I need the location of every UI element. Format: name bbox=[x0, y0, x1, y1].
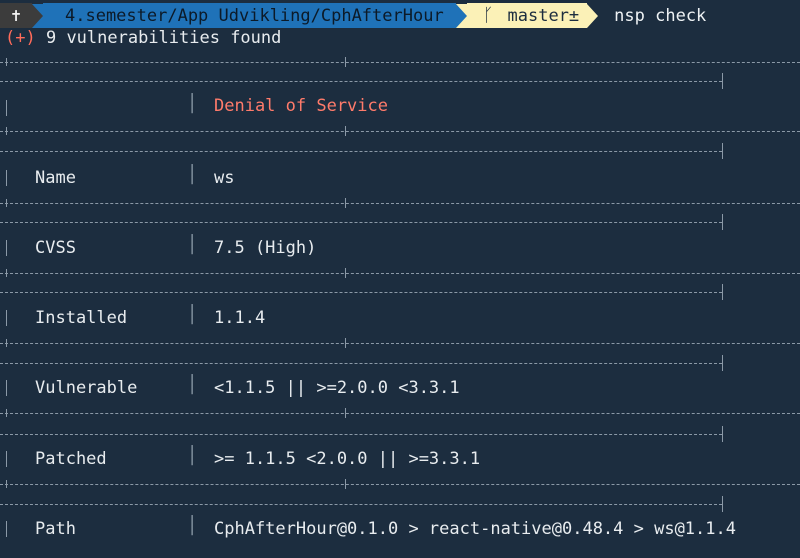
powerline-separator bbox=[587, 3, 599, 28]
column-divider: │ bbox=[187, 305, 198, 325]
cross-icon: ✝ bbox=[10, 5, 22, 26]
summary-marker: (+) bbox=[5, 28, 36, 48]
table-border-line bbox=[0, 434, 722, 436]
row-value: ws bbox=[214, 168, 235, 188]
vulnerability-title: Denial of Service bbox=[214, 96, 388, 116]
table-border-line bbox=[0, 413, 800, 415]
table-junction bbox=[6, 409, 7, 417]
column-divider: │ bbox=[187, 235, 198, 255]
table-border-line bbox=[0, 273, 800, 275]
table-junction bbox=[345, 198, 346, 208]
table-junction bbox=[722, 284, 723, 300]
row-value: >= 1.1.5 <2.0.0 || >=3.3.1 bbox=[214, 449, 481, 469]
terminal-window[interactable]: ✝ 4.semester/App Udvikling/CphAfterHour … bbox=[0, 0, 800, 558]
table-junction bbox=[6, 127, 7, 135]
column-divider: │ bbox=[187, 446, 198, 466]
table-junction bbox=[6, 199, 7, 207]
table-border-line bbox=[0, 81, 722, 83]
table-border-line bbox=[0, 131, 800, 133]
table-border-line bbox=[0, 292, 722, 294]
root-symbol: ✝ bbox=[0, 3, 32, 28]
table-row: │ Patched >= 1.1.5 <2.0.0 || >=3.3.1 bbox=[0, 440, 800, 480]
summary-text: 9 vulnerabilities found bbox=[45, 28, 282, 48]
table-border-line bbox=[0, 504, 722, 506]
table-border-line bbox=[0, 203, 800, 205]
current-directory: 4.semester/App Udvikling/CphAfterHour bbox=[43, 3, 456, 28]
table-title-row: │ Denial of Service bbox=[0, 88, 800, 128]
table-junction bbox=[345, 479, 346, 489]
table-row: │ Installed 1.1.4 bbox=[0, 299, 800, 339]
shell-prompt: ✝ 4.semester/App Udvikling/CphAfterHour … bbox=[0, 3, 706, 28]
powerline-separator bbox=[455, 3, 467, 28]
table-junction bbox=[6, 269, 7, 277]
table-junction bbox=[345, 268, 346, 278]
table-junction bbox=[345, 57, 346, 67]
powerline-separator bbox=[32, 3, 43, 28]
row-key: Name bbox=[35, 168, 76, 188]
row-key: CVSS bbox=[35, 238, 76, 258]
row-key: Vulnerable bbox=[35, 378, 138, 398]
git-branch-icon: ᚴ bbox=[482, 5, 494, 26]
table-border-line bbox=[0, 222, 722, 224]
table-border-line bbox=[0, 62, 800, 64]
table-border-line bbox=[0, 363, 722, 365]
table-border-line bbox=[0, 484, 800, 486]
table-junction bbox=[722, 73, 723, 89]
column-divider: │ bbox=[187, 375, 198, 395]
table-junction bbox=[722, 143, 723, 159]
row-value: 1.1.4 bbox=[214, 308, 266, 328]
column-divider: │ bbox=[187, 94, 198, 114]
table-row: │ Path CphAfterHour@0.1.0 > react-native… bbox=[0, 510, 800, 550]
column-divider: │ bbox=[187, 165, 198, 185]
table-junction bbox=[6, 58, 7, 66]
git-branch-name: master± bbox=[507, 5, 580, 26]
table-junction bbox=[345, 408, 346, 418]
column-divider: │ bbox=[187, 516, 198, 536]
vulnerability-summary: (+) 9 vulnerabilities found bbox=[5, 28, 281, 50]
row-value: CphAfterHour@0.1.0 > react-native@0.48.4… bbox=[214, 519, 736, 539]
row-key: Installed bbox=[35, 308, 128, 328]
table-junction bbox=[345, 338, 346, 348]
row-value: 7.5 (High) bbox=[214, 238, 317, 258]
table-junction bbox=[6, 480, 7, 488]
table-row: │ CVSS 7.5 (High) bbox=[0, 229, 800, 269]
table-junction bbox=[722, 214, 723, 230]
table-border-line bbox=[0, 343, 800, 345]
command-text: nsp check bbox=[614, 5, 707, 26]
table-junction bbox=[6, 339, 7, 347]
table-row: │ Vulnerable <1.1.5 || >=2.0.0 <3.3.1 bbox=[0, 369, 800, 409]
row-key: Patched bbox=[35, 449, 107, 469]
row-value: <1.1.5 || >=2.0.0 <3.3.1 bbox=[214, 378, 460, 398]
table-row: │ Name ws bbox=[0, 159, 800, 199]
table-border-line bbox=[0, 151, 722, 153]
git-status: ᚴ master± bbox=[466, 3, 588, 28]
row-key: Path bbox=[35, 519, 76, 539]
